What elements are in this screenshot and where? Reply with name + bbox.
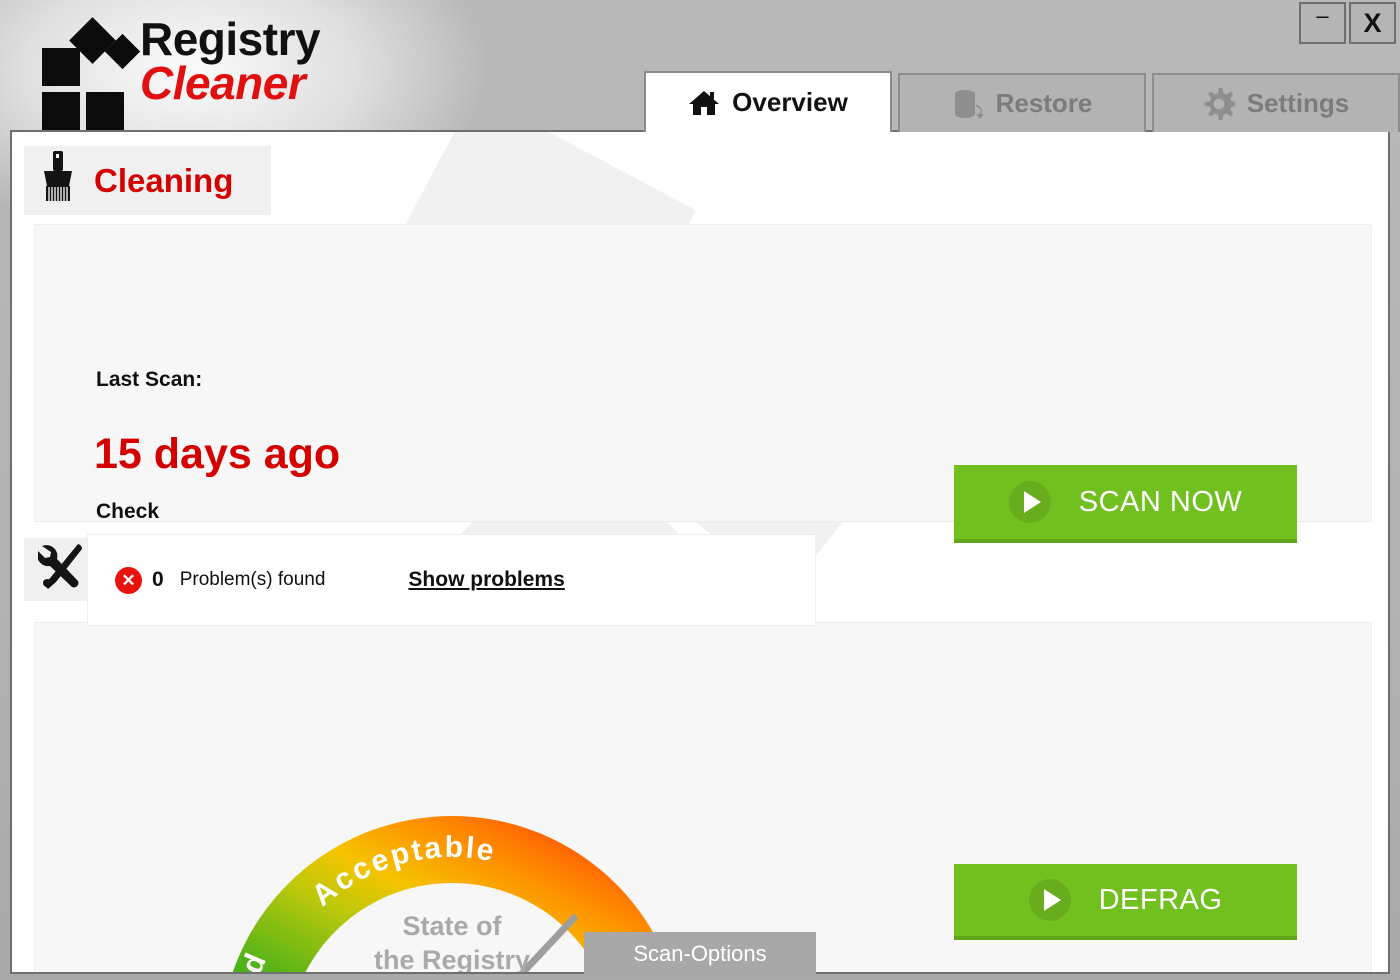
tab-overview-label: Overview [732,87,848,117]
problem-count: 0 [152,568,164,591]
last-scan-value: 15 days ago [94,430,341,478]
error-x-icon: ✕ [115,566,142,594]
brand-line-1: Registry [140,13,321,65]
scan-now-button[interactable]: SCAN NOW [954,465,1297,543]
app-window: – X Registry Cleaner Overview Restore Se… [0,0,1400,980]
content-area: Cleaning Last Scan: 15 days ago Check ✕ … [10,130,1390,974]
gauge-center-text: State of the Registry [297,910,607,974]
database-icon [952,89,984,119]
show-problems-link[interactable]: Show problems [408,568,564,592]
tab-restore[interactable]: Restore [898,73,1146,132]
tools-icon [37,542,84,597]
tab-bar: Overview Restore Settings [644,71,1400,132]
defrag-button[interactable]: DEFRAG [954,864,1297,940]
problems-summary-box: ✕ 0 Problem(s) found Show problems [87,534,816,626]
problem-count-label: Problem(s) found [179,569,326,590]
last-scan-label: Last Scan: [96,368,203,391]
close-button[interactable]: X [1349,2,1396,44]
close-icon: X [1363,7,1382,38]
brand-text: Registry Cleaner [140,13,321,110]
minimize-button[interactable]: – [1299,2,1346,44]
tab-settings-label: Settings [1246,88,1350,118]
gauge-center-line-2: the Registry [373,944,531,974]
tab-settings[interactable]: Settings [1152,73,1400,132]
cleaning-section-title: Cleaning [94,161,234,199]
tab-restore-label: Restore [995,88,1093,118]
cleaning-section-header: Cleaning [24,146,272,215]
gear-icon [1203,87,1235,120]
window-controls: – X [1299,2,1396,44]
scan-now-label: SCAN NOW [1078,485,1243,518]
gauge-center-line-1: State of [402,911,502,941]
scan-options-label: Scan-Options [633,941,767,966]
squares-diamonds-logo-icon [38,17,141,131]
defrag-label: DEFRAG [1098,883,1223,916]
home-icon [688,89,720,117]
tab-overview[interactable]: Overview [644,71,892,132]
check-label: Check [96,500,160,523]
brush-icon [38,150,78,211]
brand-line-2: Cleaner [140,57,306,110]
scan-options-button[interactable]: Scan-Options [584,932,816,976]
play-icon [1028,879,1071,921]
app-logo: Registry Cleaner [38,13,321,131]
play-icon [1008,481,1051,523]
